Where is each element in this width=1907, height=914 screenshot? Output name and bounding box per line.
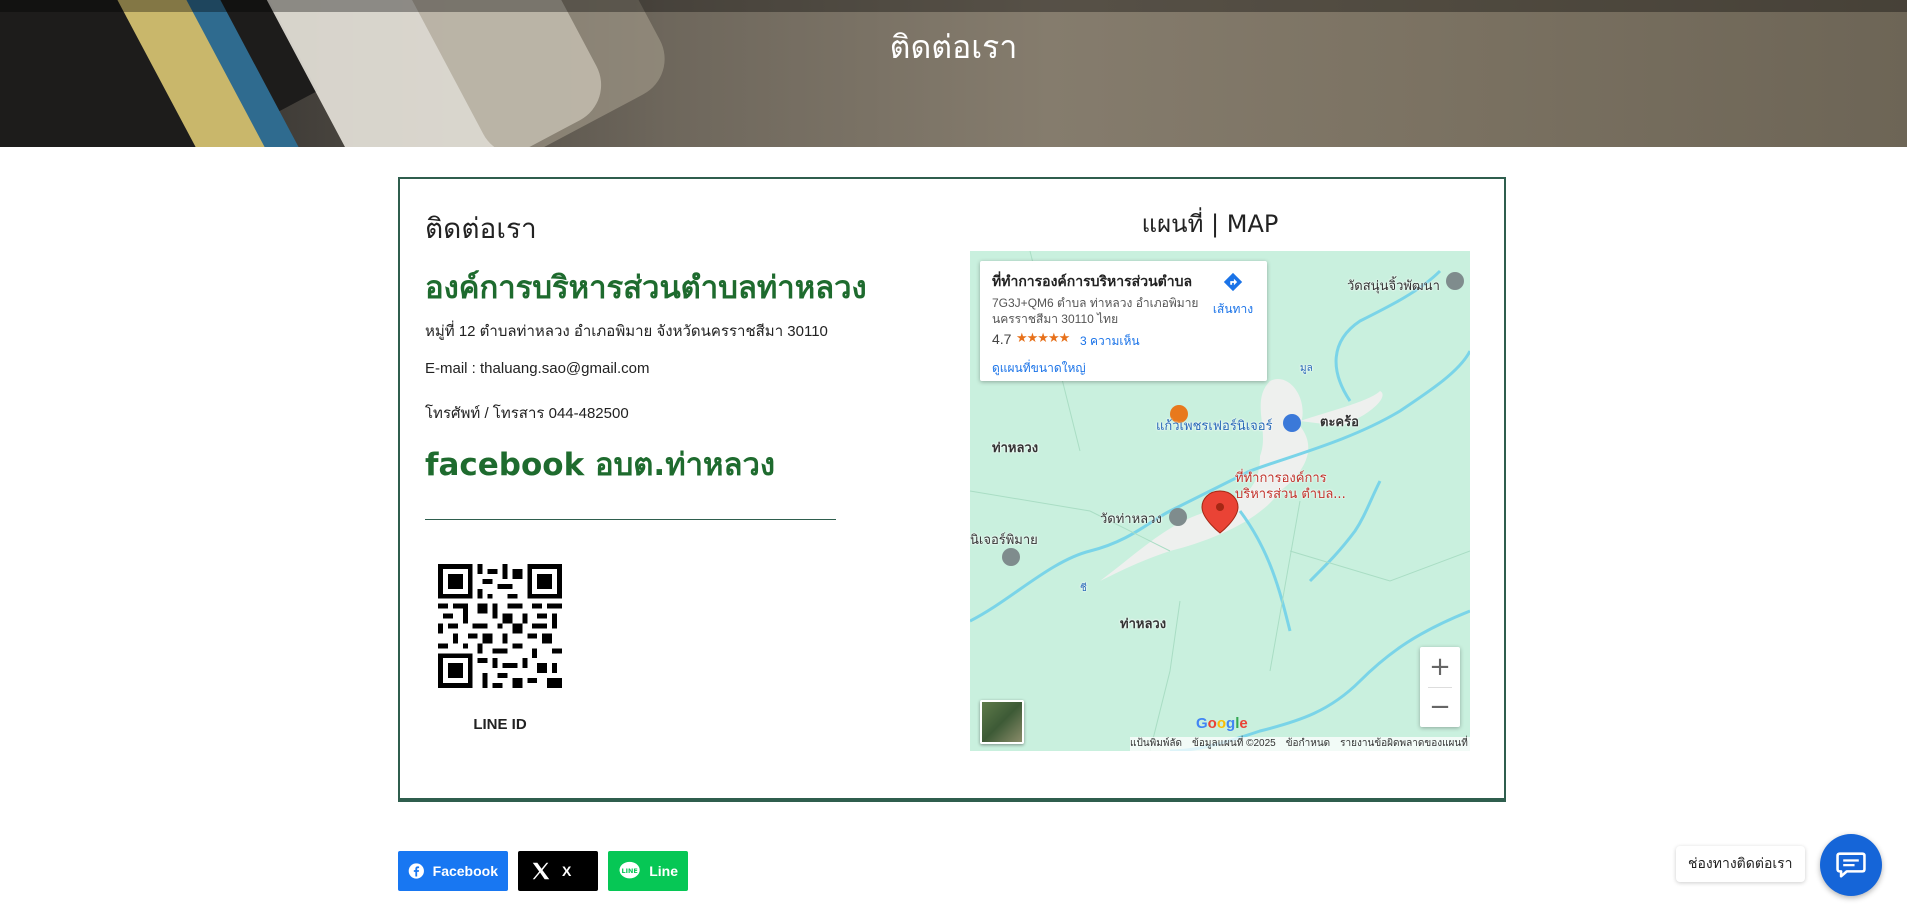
svg-text:LINE: LINE xyxy=(622,867,638,875)
address-text: หมู่ที่ 12 ตำบลท่าหลวง อำเภอพิมาย จังหวั… xyxy=(425,323,828,340)
share-facebook-label: Facebook xyxy=(432,863,498,879)
map-label-store: นิเจอร์พิมาย xyxy=(970,533,1038,548)
reviews-link[interactable]: 3 ความเห็น xyxy=(1080,332,1140,351)
map-label-district: ตะคร้อ xyxy=(1320,415,1359,430)
star-rating-icon: ★★★★★ xyxy=(1016,330,1070,345)
x-logo-icon xyxy=(532,862,550,880)
map-label-store: แก้วเพชรเฟอร์นิเจอร์ xyxy=(1156,419,1273,434)
place-name: ที่ทำการองค์การบริหารส่วนตำบล... xyxy=(992,273,1192,289)
view-larger-map-link[interactable]: ดูแผนที่ขนาดใหญ่ xyxy=(992,359,1086,378)
report-error-link[interactable]: รายงานข้อผิดพลาดของแผนที่ xyxy=(1340,738,1468,749)
line-id-label: LINE ID xyxy=(473,716,527,733)
google-map[interactable]: วัดสนุ่นจิ้วพัฒนา ท่าหลวง แก้วเพชรเฟอร์น… xyxy=(970,251,1470,751)
chat-button[interactable] xyxy=(1820,834,1882,896)
map-attribution: แป้นพิมพ์ลัด ข้อมูลแผนที่ ©2025 ข้อกำหนด รา… xyxy=(1130,737,1470,751)
map-title: แผนที่ | MAP xyxy=(1141,210,1279,238)
directions-label: เส้นทาง xyxy=(1212,302,1254,316)
map-label-river: ชี xyxy=(1080,583,1087,594)
google-logo: Google xyxy=(1196,715,1248,732)
place-address: 7G3J+QM6 ตำบล ท่าหลวง อำเภอพิมาย นครราชส… xyxy=(992,296,1199,326)
line-icon: LINE xyxy=(619,861,640,879)
map-label-district: ท่าหลวง xyxy=(1120,617,1167,632)
directions-icon xyxy=(1223,272,1243,292)
satellite-toggle[interactable] xyxy=(980,700,1024,744)
contact-card: ติดต่อเรา องค์การบริหารส่วนตำบลท่าหลวง ห… xyxy=(398,177,1506,802)
divider xyxy=(425,519,836,520)
chat-tooltip: ช่องทางติดต่อเรา xyxy=(1676,846,1805,882)
contact-heading: ติดต่อเรา xyxy=(425,212,537,245)
share-x-button[interactable]: X xyxy=(518,851,598,891)
place-rating: 4.7 xyxy=(992,331,1012,347)
share-x-label: X xyxy=(562,863,572,879)
map-label-river: มูล xyxy=(1300,363,1313,374)
zoom-out-button[interactable]: − xyxy=(1420,687,1460,727)
facebook-icon xyxy=(408,863,424,879)
hero-banner: ติดต่อเรา xyxy=(0,0,1907,147)
share-line-label: Line xyxy=(649,863,678,879)
chat-icon xyxy=(1836,852,1866,878)
email-text: E-mail : thaluang.sao@gmail.com xyxy=(425,360,650,377)
line-qr-code xyxy=(438,564,562,688)
banner-shade xyxy=(0,0,1907,12)
terms-link[interactable]: ข้อกำหนด xyxy=(1286,738,1330,749)
map-data-text: ข้อมูลแผนที่ ©2025 xyxy=(1192,738,1276,749)
map-label-temple: วัดสนุ่นจิ้วพัฒนา xyxy=(1347,279,1440,294)
organization-name: องค์การบริหารส่วนตำบลท่าหลวง xyxy=(425,270,867,306)
phone-text: โทรศัพท์ / โทรสาร 044-482500 xyxy=(425,405,629,422)
page-title: ติดต่อเรา xyxy=(889,28,1018,66)
facebook-link[interactable]: facebook อบต.ท่าหลวง xyxy=(425,439,775,489)
map-place-card: ที่ทำการองค์การบริหารส่วนตำบล... 7G3J+QM… xyxy=(980,261,1267,381)
keyboard-shortcuts-link[interactable]: แป้นพิมพ์ลัด xyxy=(1130,738,1182,749)
map-zoom-controls: + − xyxy=(1420,647,1460,727)
map-label-marker: บริหารส่วน ตำบล... xyxy=(1235,487,1346,502)
zoom-in-button[interactable]: + xyxy=(1420,647,1460,687)
map-label-temple: วัดท่าหลวง xyxy=(1100,512,1162,527)
directions-button[interactable]: เส้นทาง xyxy=(1208,271,1258,319)
share-facebook-button[interactable]: Facebook xyxy=(398,851,508,891)
share-line-button[interactable]: LINE Line xyxy=(608,851,688,891)
map-label-district: ท่าหลวง xyxy=(992,441,1039,456)
